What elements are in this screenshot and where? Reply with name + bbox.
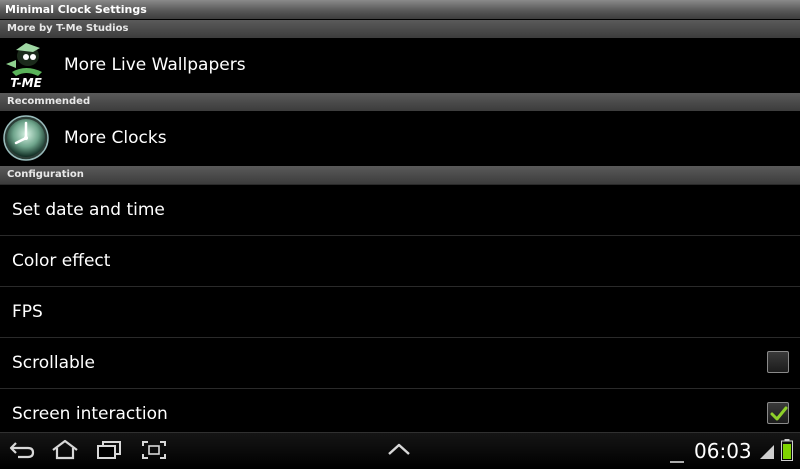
tme-logo-icon: T-ME — [2, 40, 50, 90]
window-title: Minimal Clock Settings — [0, 0, 800, 19]
more-clocks-label: More Clocks — [64, 128, 167, 148]
scrollable-item[interactable]: Scrollable — [0, 337, 800, 388]
set-date-and-time-item[interactable]: Set date and time — [0, 184, 800, 235]
section-header-more-by: More by T-Me Studios — [0, 20, 800, 38]
notification-dash-icon — [670, 450, 684, 469]
chevron-up-icon[interactable] — [386, 441, 412, 461]
scrollable-label: Scrollable — [12, 353, 95, 373]
status-time: 06:03 — [694, 439, 752, 463]
back-icon[interactable] — [8, 439, 36, 465]
more-clocks-item[interactable]: More Clocks — [0, 111, 800, 166]
section-header-recommended: Recommended — [0, 93, 800, 111]
signal-icon — [760, 444, 774, 463]
recent-apps-icon[interactable] — [95, 439, 123, 465]
screenshot-icon[interactable] — [140, 439, 168, 465]
clock-app-icon — [2, 113, 50, 163]
fps-label: FPS — [12, 302, 43, 322]
scrollable-checkbox[interactable] — [767, 351, 789, 373]
svg-text:T-ME: T-ME — [10, 76, 42, 90]
battery-icon — [781, 439, 793, 465]
color-effect-item[interactable]: Color effect — [0, 235, 800, 286]
screen-interaction-checkbox[interactable] — [767, 402, 789, 424]
system-navigation-bar — [0, 432, 800, 469]
color-effect-label: Color effect — [12, 251, 111, 271]
more-live-wallpapers-label: More Live Wallpapers — [64, 55, 246, 75]
checkmark-icon — [770, 406, 788, 421]
section-header-configuration: Configuration — [0, 166, 800, 184]
set-date-and-time-label: Set date and time — [12, 200, 165, 220]
more-live-wallpapers-item[interactable]: T-ME More Live Wallpapers — [0, 38, 800, 93]
fps-item[interactable]: FPS — [0, 286, 800, 337]
home-icon[interactable] — [50, 439, 80, 465]
